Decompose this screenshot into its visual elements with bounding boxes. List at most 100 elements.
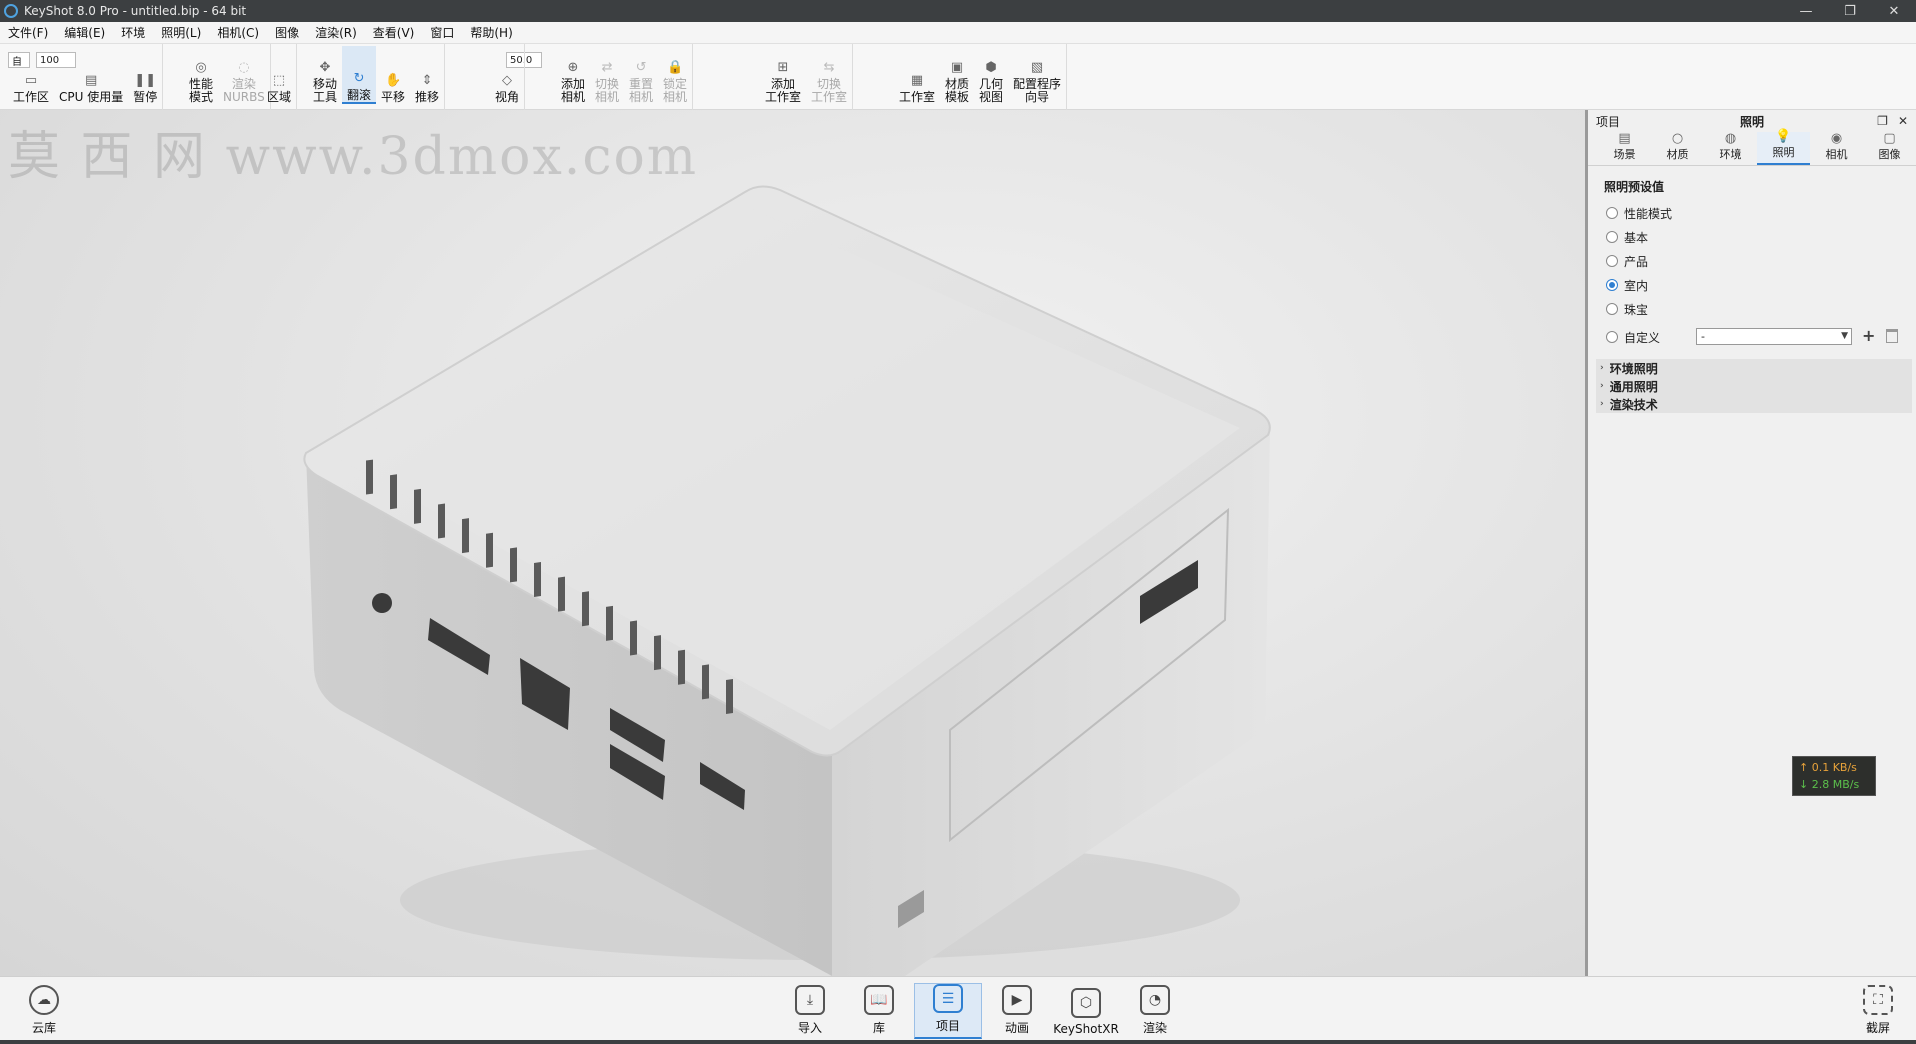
- section-label-1: 通用照明: [1609, 379, 1658, 394]
- preset-row-1[interactable]: 基本: [1588, 225, 1916, 249]
- preset-radio-2[interactable]: [1606, 255, 1618, 267]
- toolbar-group-4: ◇ 视角: [490, 44, 526, 110]
- performance-icon: ◎: [195, 59, 207, 75]
- add-camera-button[interactable]: ⊕ 添加 相机: [556, 46, 590, 104]
- close-button[interactable]: ✕: [1872, 0, 1916, 22]
- config-wizard-button[interactable]: ▧ 配置程序 向导: [1008, 46, 1066, 104]
- preset-row-0[interactable]: 性能模式: [1588, 201, 1916, 225]
- chevron-right-icon: ›: [1600, 363, 1604, 373]
- menu-item-2[interactable]: 环境: [113, 24, 153, 41]
- menu-item-8[interactable]: 窗口: [422, 24, 462, 41]
- menu-item-5[interactable]: 图像: [267, 24, 307, 41]
- panel-tab-2[interactable]: ◍ 环境: [1704, 132, 1757, 165]
- workspace-label: 工作区: [13, 90, 50, 104]
- preset-row-5[interactable]: 自定义 - ▼ +: [1588, 325, 1916, 349]
- cpu-button[interactable]: ▤ CPU 使用量: [54, 46, 128, 104]
- preset-radio-1[interactable]: [1606, 231, 1618, 243]
- switch-studio-button[interactable]: ⇆ 切换 工作室: [806, 46, 852, 104]
- material-template-button[interactable]: ▣ 材质 模板: [940, 46, 974, 104]
- section-0[interactable]: › 环境照明: [1596, 359, 1912, 377]
- toolbar-group-3: ✥ 移动 工具 ↻ 翻滚 ✋ 平移 ⇕ 推移: [308, 44, 446, 110]
- switch-camera-button[interactable]: ⇄ 切换 相机: [590, 46, 624, 104]
- add-studio-button[interactable]: ⊞ 添加 工作室: [760, 46, 806, 104]
- view-angle-button[interactable]: ◇ 视角: [490, 46, 524, 104]
- bottom-button-label-3: 动画: [1004, 1021, 1029, 1035]
- menu-item-1[interactable]: 编辑(E): [56, 24, 113, 41]
- preset-radio-4[interactable]: [1606, 303, 1618, 315]
- bottom-button-2[interactable]: ☰ 项目: [914, 983, 982, 1039]
- panel-header: 项目 照明 ❐ ✕: [1588, 110, 1916, 132]
- add-preset-icon[interactable]: +: [1862, 327, 1875, 345]
- menu-item-7[interactable]: 查看(V): [365, 24, 423, 41]
- bottom-button-label-0: 导入: [797, 1021, 822, 1035]
- preset-row-3[interactable]: 室内: [1588, 273, 1916, 297]
- cloud-icon: ☁: [29, 985, 59, 1015]
- bottom-button-0[interactable]: ⤓ 导入: [776, 983, 844, 1039]
- menu-bar: 文件(F) 编辑(E) 环境 照明(L) 相机(C) 图像 渲染(R) 查看(V) 窗口 帮助(H…: [0, 22, 1916, 44]
- bottom-button-3[interactable]: ▶ 动画: [983, 983, 1051, 1039]
- toolbar-group-0: ▭ 工作区 ▤ CPU 使用量 ❚❚ 暂停: [8, 44, 164, 110]
- panel-tab-3[interactable]: 💡 照明: [1757, 130, 1810, 165]
- panel-tab-0[interactable]: ▤ 场景: [1598, 132, 1651, 165]
- pan-icon: ✋: [384, 72, 402, 88]
- menu-item-0[interactable]: 文件(F): [0, 24, 56, 41]
- custom-preset-select[interactable]: - ▼: [1696, 328, 1852, 345]
- lighting-presets-title: 照明预设值: [1604, 180, 1665, 194]
- dolly-icon: ⇕: [421, 72, 433, 88]
- panel-tab-5[interactable]: ▢ 图像: [1863, 132, 1916, 165]
- dolly-label: 推移: [415, 90, 440, 104]
- render-viewport[interactable]: 莫 西 网 www.3dmox.com: [0, 110, 1585, 976]
- tumble-button[interactable]: ↻ 翻滚: [342, 46, 377, 104]
- add-camera-label: 添加 相机: [561, 77, 586, 104]
- cpu-label: CPU 使用量: [59, 90, 124, 104]
- view-angle-icon: ◇: [502, 72, 512, 88]
- preset-radio-0[interactable]: [1606, 207, 1618, 219]
- network-speed-widget: ↑ 0.1 KB/s ↓ 2.8 MB/s: [1792, 756, 1876, 796]
- section-2[interactable]: › 渲染技术: [1596, 395, 1912, 413]
- panel-close-icon[interactable]: ✕: [1898, 114, 1908, 128]
- delete-preset-icon[interactable]: [1886, 329, 1898, 343]
- menu-item-9[interactable]: 帮助(H): [462, 24, 520, 41]
- pause-icon: ❚❚: [134, 72, 157, 88]
- cloud-library-button[interactable]: ☁ 云库: [10, 983, 78, 1039]
- preset-row-4[interactable]: 珠宝: [1588, 297, 1916, 321]
- move-tool-button[interactable]: ✥ 移动 工具: [308, 46, 342, 104]
- panel-tab-1[interactable]: ○ 材质: [1651, 132, 1704, 165]
- geometry-view-button[interactable]: ⬢ 几何 视图: [974, 46, 1008, 104]
- studio-button[interactable]: ▦ 工作室: [894, 46, 940, 104]
- bottom-button-4[interactable]: ⬡ KeyShotXR: [1052, 983, 1120, 1039]
- bottom-button-5[interactable]: ◔ 渲染: [1121, 983, 1189, 1039]
- bottom-button-1[interactable]: 📖 库: [845, 983, 913, 1039]
- reset-camera-button[interactable]: ↺ 重置 相机: [624, 46, 658, 104]
- pause-button[interactable]: ❚❚ 暂停: [128, 46, 162, 104]
- panel-tab-4[interactable]: ◉ 相机: [1810, 132, 1863, 165]
- pan-label: 平移: [381, 90, 406, 104]
- undock-icon[interactable]: ❐: [1877, 114, 1888, 128]
- region-button[interactable]: ⬚ 区域: [262, 46, 296, 104]
- section-1[interactable]: › 通用照明: [1596, 377, 1912, 395]
- minimize-button[interactable]: —: [1784, 0, 1828, 22]
- region-icon: ⬚: [272, 72, 286, 88]
- preset-radio-3[interactable]: [1606, 279, 1618, 291]
- lock-camera-label: 锁定 相机: [663, 77, 688, 104]
- studio-icon: ▦: [910, 72, 924, 88]
- lock-camera-button[interactable]: 🔒 锁定 相机: [658, 46, 692, 104]
- cloud-library-label: 云库: [31, 1021, 56, 1035]
- window-title: KeyShot 8.0 Pro - untitled.bip - 64 bit: [24, 4, 247, 18]
- preset-radio-5[interactable]: [1606, 331, 1618, 343]
- preset-row-2[interactable]: 产品: [1588, 249, 1916, 273]
- reset-camera-icon: ↺: [635, 59, 647, 75]
- workspace-button[interactable]: ▭ 工作区: [8, 46, 54, 104]
- dolly-button[interactable]: ⇕ 推移: [410, 46, 444, 104]
- menu-item-3[interactable]: 照明(L): [153, 24, 209, 41]
- restore-button[interactable]: ❐: [1828, 0, 1872, 22]
- config-wizard-icon: ▧: [1030, 59, 1044, 75]
- screenshot-button[interactable]: ⛶ 截屏: [1844, 983, 1912, 1039]
- pan-button[interactable]: ✋ 平移: [376, 46, 410, 104]
- panel-tab-icon-5: ▢: [1883, 131, 1896, 146]
- menu-item-4[interactable]: 相机(C): [209, 24, 267, 41]
- pause-label: 暂停: [133, 90, 158, 104]
- menu-item-6[interactable]: 渲染(R): [307, 24, 365, 41]
- panel-tab-icon-4: ◉: [1830, 131, 1843, 146]
- performance-button[interactable]: ◎ 性能 模式: [184, 46, 218, 104]
